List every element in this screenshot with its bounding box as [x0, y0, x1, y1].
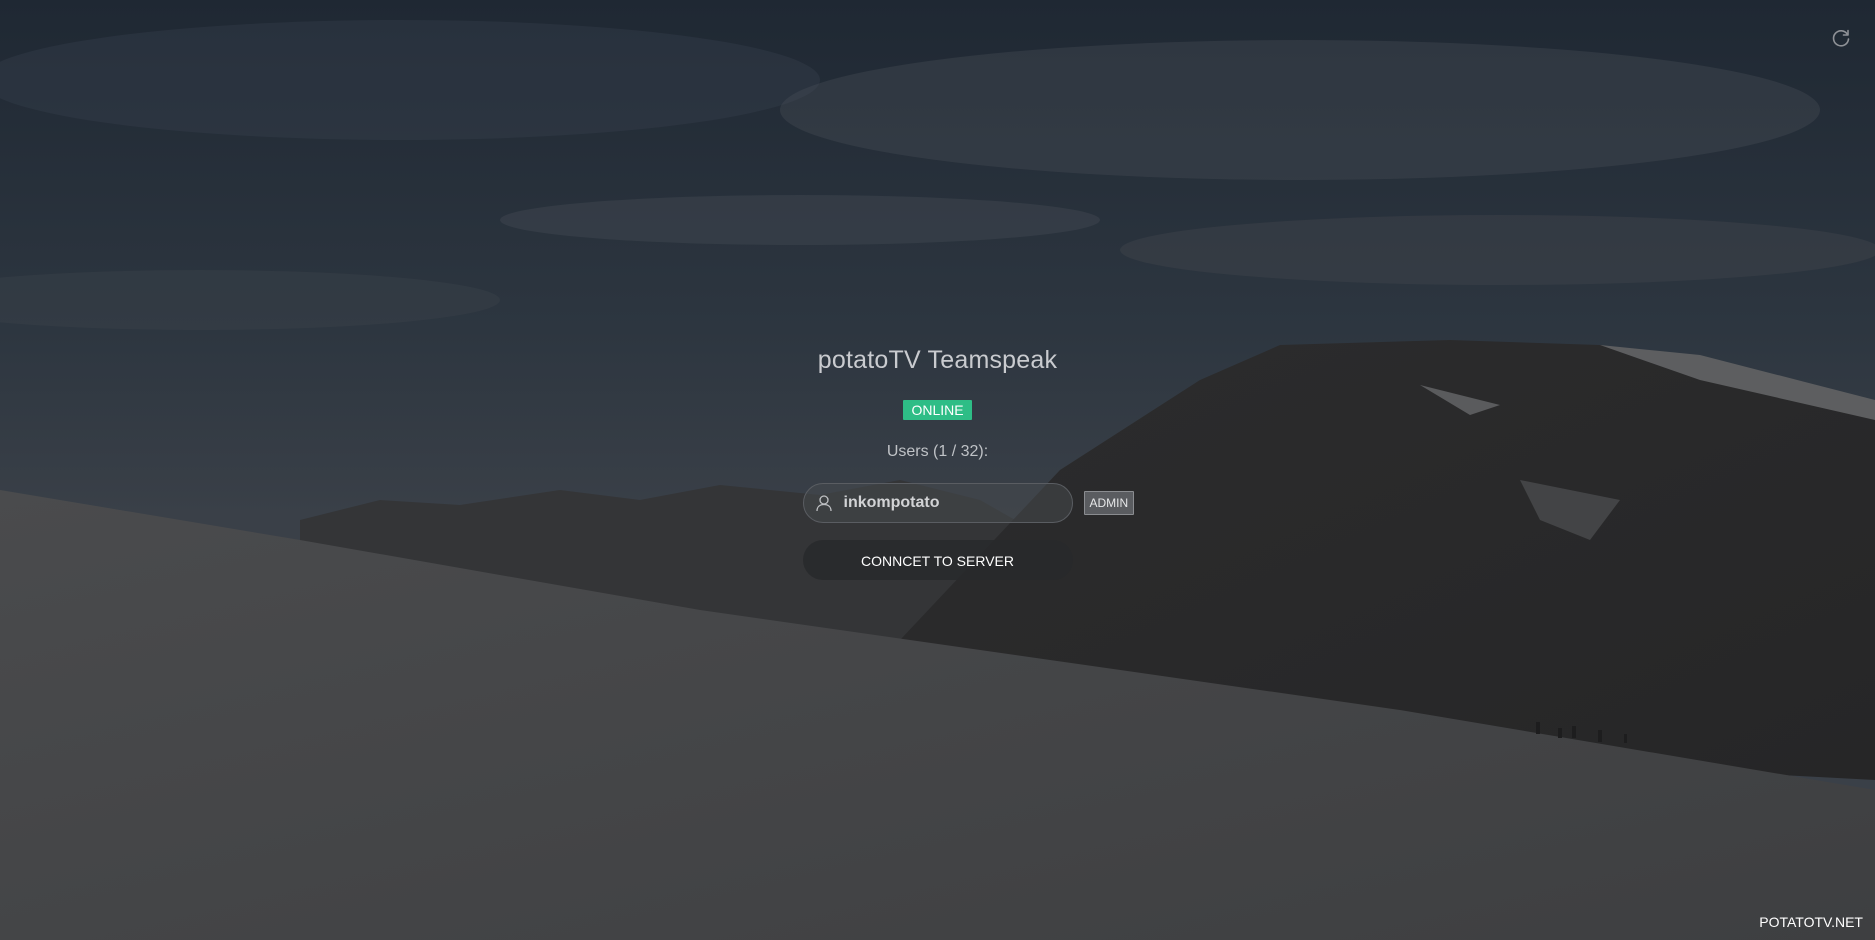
- status-row: ONLINE: [0, 400, 1875, 420]
- refresh-button[interactable]: [1829, 26, 1853, 50]
- status-badge: ONLINE: [903, 400, 972, 420]
- user-list-item: inkompotato ADMIN: [802, 483, 1135, 523]
- teamspeak-status-page: potatoTV Teamspeak ONLINE Users (1 / 32)…: [0, 0, 1875, 940]
- server-panel: potatoTV Teamspeak ONLINE Users (1 / 32)…: [0, 340, 1875, 580]
- user-name: inkompotato: [843, 494, 940, 511]
- refresh-icon: [1832, 29, 1850, 47]
- user-pill[interactable]: inkompotato: [802, 483, 1073, 523]
- footer-brand-link[interactable]: POTATOTV.NET: [1759, 914, 1863, 930]
- role-badge: ADMIN: [1083, 491, 1135, 515]
- users-heading: Users (1 / 32):: [886, 443, 989, 460]
- user-icon: [815, 494, 833, 512]
- server-title: potatoTV Teamspeak: [817, 346, 1058, 374]
- connect-button[interactable]: CONNCET TO SERVER: [802, 540, 1073, 580]
